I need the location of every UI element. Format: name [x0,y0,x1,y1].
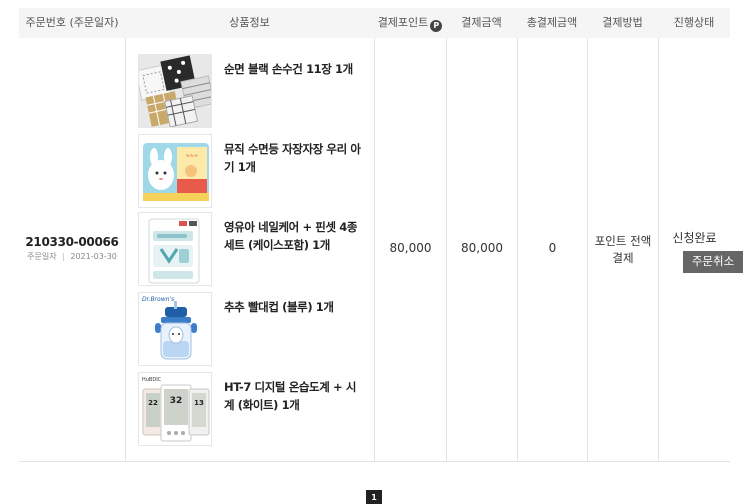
product-name[interactable]: HT-7 디지털 온습도계 + 시계 (화이트) 1개 [224,378,366,414]
point-icon: P [430,20,443,32]
svg-text:Dr.Brown's: Dr.Brown's [142,296,174,303]
product-name[interactable]: 순면 블랙 손수건 11장 1개 [224,60,366,78]
product-thumbnail[interactable]: HuBDIC 22 32 13 [138,372,212,446]
total-cell: 0 [517,38,587,461]
method-cell: 포인트 전액 결제 [587,38,658,461]
point-cell: 80,000 [374,38,446,461]
header-order: 주문번호 (주문일자) [25,16,119,29]
product-name[interactable]: 뮤직 수면등 자장자장 우리 아기 1개 [224,140,366,176]
order-row: 210330-00066 주문일자 | 2021-03-30 순면 블랙 손수건… [19,38,743,462]
header-point: 결제포인트 P [374,8,446,38]
svg-text:32: 32 [170,396,183,406]
product-thumbnail[interactable]: Dr.Brown's [138,292,212,366]
order-date-value: 2021-03-30 [70,252,117,261]
product-name[interactable]: 영유아 네일케어 + 핀셋 4종 세트 (케이스포함) 1개 [224,218,366,254]
product-name[interactable]: 추추 빨대컵 (블루) 1개 [224,298,366,316]
header-point-label: 결제포인트 [377,16,429,29]
svg-text:HuBDIC: HuBDIC [142,377,162,383]
header-amount: 결제금액 [461,16,502,29]
amount-cell: 80,000 [446,38,517,461]
product-thumbnail[interactable] [138,212,212,286]
payment-method: 포인트 전액 결제 [594,234,652,265]
header-method: 결제방법 [602,16,643,29]
table-header: 주문번호 (주문일자) 상품정보 결제포인트 P 결제금액 총결제금액 결제방법 … [19,8,730,38]
svg-text:≈≈≈: ≈≈≈ [186,153,199,159]
paid-amount: 80,000 [461,241,503,255]
svg-text:22: 22 [148,399,158,407]
list-item[interactable]: 순면 블랙 손수건 11장 1개 [138,54,368,128]
total-amount: 0 [548,241,557,255]
pagination-page-1[interactable]: 1 [366,490,382,504]
svg-text:13: 13 [194,399,204,407]
product-thumbnail[interactable] [138,54,212,128]
cancel-order-button[interactable]: 주문취소 [683,251,743,273]
order-date: 주문일자 | 2021-03-30 [27,252,117,261]
list-item[interactable]: Dr.Brown's 추추 빨대컵 (블루) 1개 [138,292,368,366]
status-cell: 신청완료 주문취소 [658,38,743,461]
status-text: 신청완료 [672,231,717,245]
order-cell: 210330-00066 주문일자 | 2021-03-30 [19,38,125,461]
product-thumbnail[interactable]: ≈≈≈ [138,134,212,208]
list-item[interactable]: 영유아 네일케어 + 핀셋 4종 세트 (케이스포함) 1개 [138,212,368,286]
list-item[interactable]: HuBDIC 22 32 13 HT-7 디지털 온습도계 + 시계 (화이트)… [138,372,368,446]
list-item[interactable]: ≈≈≈ 뮤직 수면등 자장자장 우리 아기 1개 [138,134,368,208]
header-total: 총결제금액 [526,16,578,29]
product-cell: 순면 블랙 손수건 11장 1개 ≈≈≈ 뮤직 수면등 자장자장 우리 아기 1… [125,38,374,461]
header-product: 상품정보 [229,16,270,29]
order-date-label: 주문일자 [27,252,57,261]
header-status: 진행상태 [673,16,715,29]
order-number[interactable]: 210330-00066 [19,235,125,249]
paid-point: 80,000 [389,241,432,255]
